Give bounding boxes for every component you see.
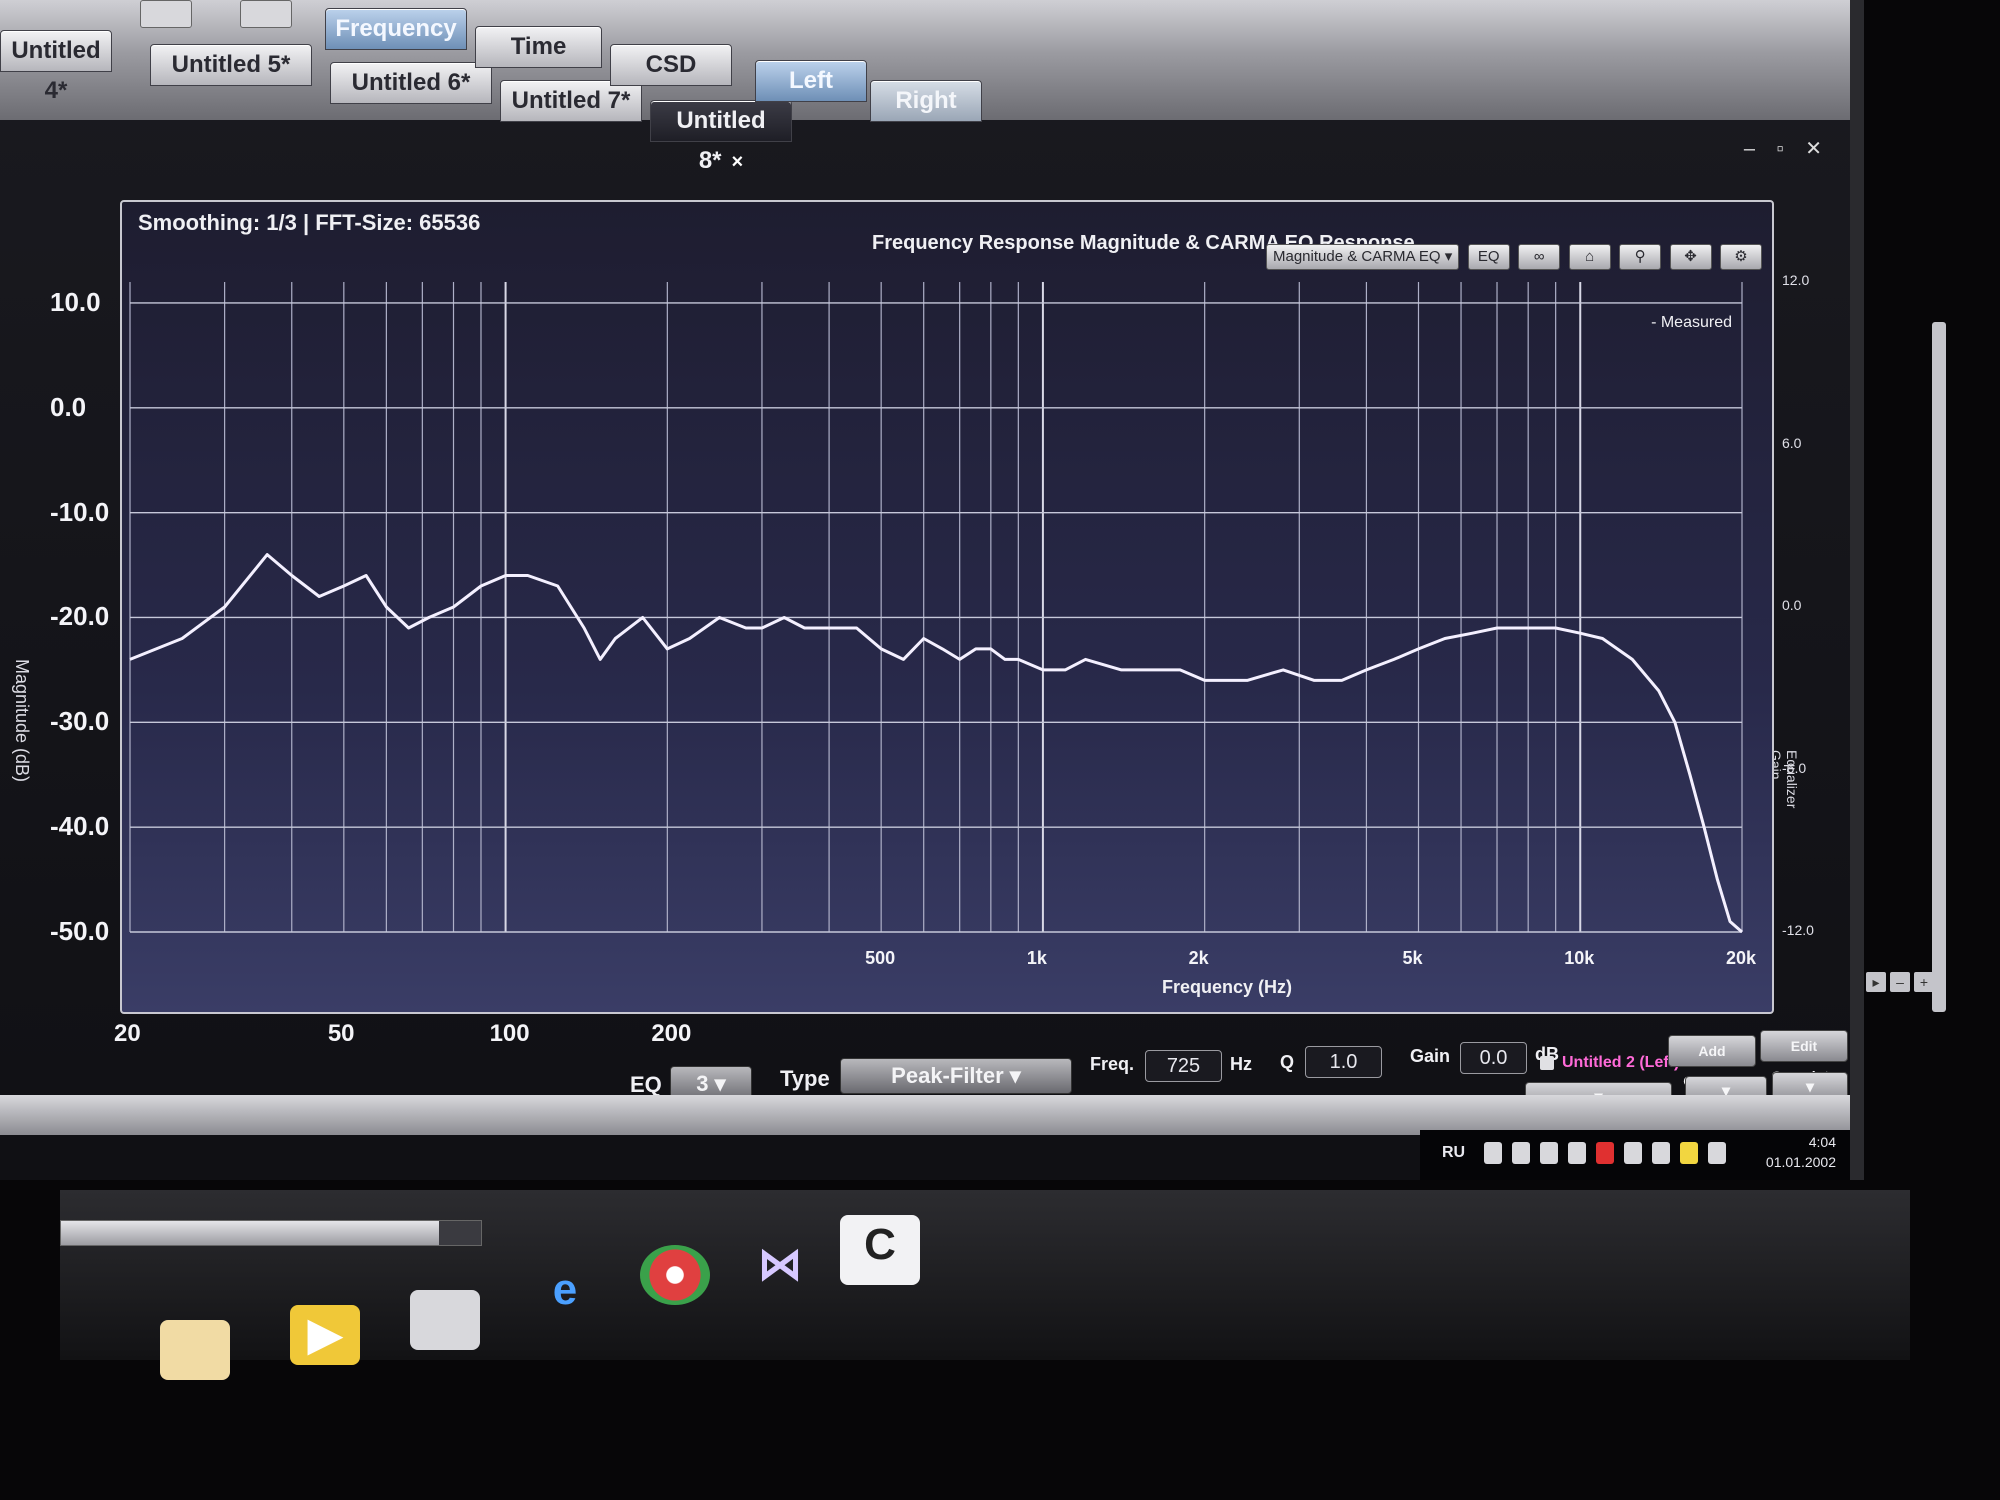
- carma-app-icon[interactable]: C: [840, 1215, 920, 1285]
- scroll-right-icon[interactable]: ▸: [1866, 972, 1886, 992]
- x-tick-label: 10k: [1564, 948, 1595, 968]
- tab-frequency[interactable]: Frequency: [325, 8, 467, 50]
- volume-icon[interactable]: [1708, 1142, 1726, 1164]
- internet-explorer-icon[interactable]: e: [530, 1260, 600, 1320]
- tab-untitled-6[interactable]: Untitled 6*: [330, 62, 492, 104]
- close-icon[interactable]: ×: [732, 151, 744, 173]
- x-tick-label: 20: [114, 1020, 141, 1047]
- frequency-response-chart[interactable]: Smoothing: 1/3 | FFT-Size: 65536 Frequen…: [120, 200, 1946, 1014]
- clock[interactable]: 4:04 01.01.2002: [1766, 1132, 1836, 1172]
- tab-label: CSD: [645, 51, 697, 78]
- plot-area: Magnitude (dB) 10.0 0.0 -10.0 -20.0 -30.0 -40…: [12, 190, 1946, 1050]
- freq-input[interactable]: 725: [1145, 1050, 1222, 1082]
- x-axis-title: Frequency (Hz): [1162, 977, 1293, 997]
- overlay-name: Untitled 2 (Left): [1562, 1054, 1680, 1071]
- y2-tick-label: 12.0: [1782, 272, 1810, 288]
- x-tick-label: 200: [651, 1020, 692, 1047]
- window-controls[interactable]: – ▫ ✕: [1744, 136, 1830, 161]
- tab-label: Frequency: [335, 15, 457, 42]
- app-tray-icon[interactable]: [1568, 1142, 1586, 1164]
- app-tray-icon[interactable]: [1540, 1142, 1558, 1164]
- clock-date: 01.01.2002: [1765, 1154, 1836, 1170]
- tab-label: Right: [895, 87, 957, 114]
- tab-label: Untitled 8*: [676, 107, 766, 174]
- tab-csd[interactable]: CSD: [610, 44, 732, 86]
- bowtie-app-icon[interactable]: ⋈: [745, 1235, 815, 1295]
- network-icon[interactable]: [1484, 1142, 1502, 1164]
- x-tick-label: 500: [865, 948, 896, 968]
- y2-tick-label: -12.0: [1782, 922, 1814, 938]
- filter-type-value: Peak-Filter: [891, 1063, 1004, 1088]
- tab-label: Time: [510, 33, 567, 60]
- add-overplot-button[interactable]: Add Overplot: [1668, 1035, 1756, 1089]
- x-tick-label: 20k: [1726, 948, 1757, 968]
- progress-bar: [60, 1220, 482, 1246]
- y-axis-title: Magnitude (dB): [12, 658, 33, 783]
- tab-untitled-5[interactable]: Untitled 5*: [150, 44, 312, 86]
- tab-time[interactable]: Time: [475, 26, 602, 68]
- y-tick-label: 0.0: [50, 391, 87, 422]
- y-tick-label: -40.0: [50, 811, 110, 842]
- y-tick-label: -30.0: [50, 706, 110, 737]
- tab-untitled-4[interactable]: Untitled 4*: [0, 30, 112, 104]
- video-player-icon[interactable]: ▶: [290, 1305, 360, 1365]
- plus-icon[interactable]: +: [1914, 972, 1934, 992]
- status-bar: [0, 1095, 1850, 1135]
- tab-bar: Untitled 4* Untitled 5* Untitled 6* Unti…: [0, 0, 1850, 174]
- clock-time: 4:04: [1808, 1134, 1836, 1150]
- tab-label: Untitled 6*: [351, 69, 471, 96]
- tab-label: Left: [789, 67, 833, 94]
- gain-input[interactable]: 0.0: [1460, 1042, 1527, 1074]
- y-tick-label: 10.0: [50, 286, 101, 317]
- language-indicator[interactable]: RU: [1442, 1144, 1465, 1162]
- y2-tick-label: 0.0: [1782, 597, 1802, 613]
- red-app-icon[interactable]: [1596, 1142, 1614, 1164]
- system-tray: RU 4:04 01.01.2002: [1420, 1130, 1850, 1180]
- folder-icon[interactable]: [160, 1320, 230, 1380]
- tab-label: Untitled 4*: [11, 37, 101, 104]
- apple-icon[interactable]: [410, 1290, 480, 1350]
- x-tick-label: 2k: [1188, 948, 1209, 968]
- tab-label: Untitled 5*: [171, 51, 291, 78]
- eq-number-value: 3: [696, 1071, 709, 1096]
- monitor-screen: Untitled 4* Untitled 5* Untitled 6* Unti…: [0, 0, 1946, 1180]
- power-icon[interactable]: [1652, 1142, 1670, 1164]
- toolbar-button[interactable]: [140, 0, 192, 28]
- x-tick-label: 50: [327, 1020, 355, 1047]
- vertical-scrollbar[interactable]: [1932, 322, 1946, 1012]
- y-tick-label: -20.0: [50, 601, 110, 632]
- tab-untitled-7[interactable]: Untitled 7*: [500, 80, 642, 122]
- x-tick-label: 5k: [1402, 948, 1423, 968]
- x-tick-label: 100: [489, 1020, 530, 1047]
- freq-label: Freq.: [1090, 1054, 1135, 1074]
- tab-right-channel[interactable]: Right: [870, 80, 982, 122]
- type-label: Type: [780, 1066, 830, 1091]
- notification-icon[interactable]: [1680, 1142, 1698, 1164]
- freq-unit: Hz: [1230, 1054, 1252, 1074]
- wifi-icon[interactable]: [1624, 1142, 1642, 1164]
- chart-svg: [129, 282, 1743, 934]
- series-line-measured: [129, 553, 1743, 934]
- filter-type-select[interactable]: Peak-Filter ▾: [840, 1058, 1072, 1094]
- y2-tick-label: 6.0: [1782, 434, 1802, 451]
- progress-fill: [61, 1221, 439, 1245]
- tab-left-channel[interactable]: Left: [755, 60, 867, 102]
- horizontal-scroll-controls[interactable]: ▸ – +: [1862, 972, 1942, 992]
- tab-untitled-8[interactable]: Untitled 8* ×: [650, 100, 792, 174]
- x-tick-label: 1k: [1026, 948, 1047, 968]
- edit-overplots-button[interactable]: Edit Overplots: [1760, 1030, 1848, 1084]
- tab-label: Untitled 7*: [511, 87, 631, 114]
- overlay-checkbox[interactable]: [1540, 1056, 1554, 1070]
- q-label: Q: [1280, 1052, 1295, 1072]
- gain-label: Gain: [1410, 1046, 1451, 1066]
- minus-icon[interactable]: –: [1890, 972, 1910, 992]
- q-input[interactable]: 1.0: [1305, 1046, 1382, 1078]
- shield-icon[interactable]: [1512, 1142, 1530, 1164]
- y-tick-label: -10.0: [50, 496, 110, 527]
- chrome-icon[interactable]: [640, 1245, 710, 1305]
- y-tick-label: -50.0: [50, 916, 110, 946]
- toolbar-button[interactable]: [240, 0, 292, 28]
